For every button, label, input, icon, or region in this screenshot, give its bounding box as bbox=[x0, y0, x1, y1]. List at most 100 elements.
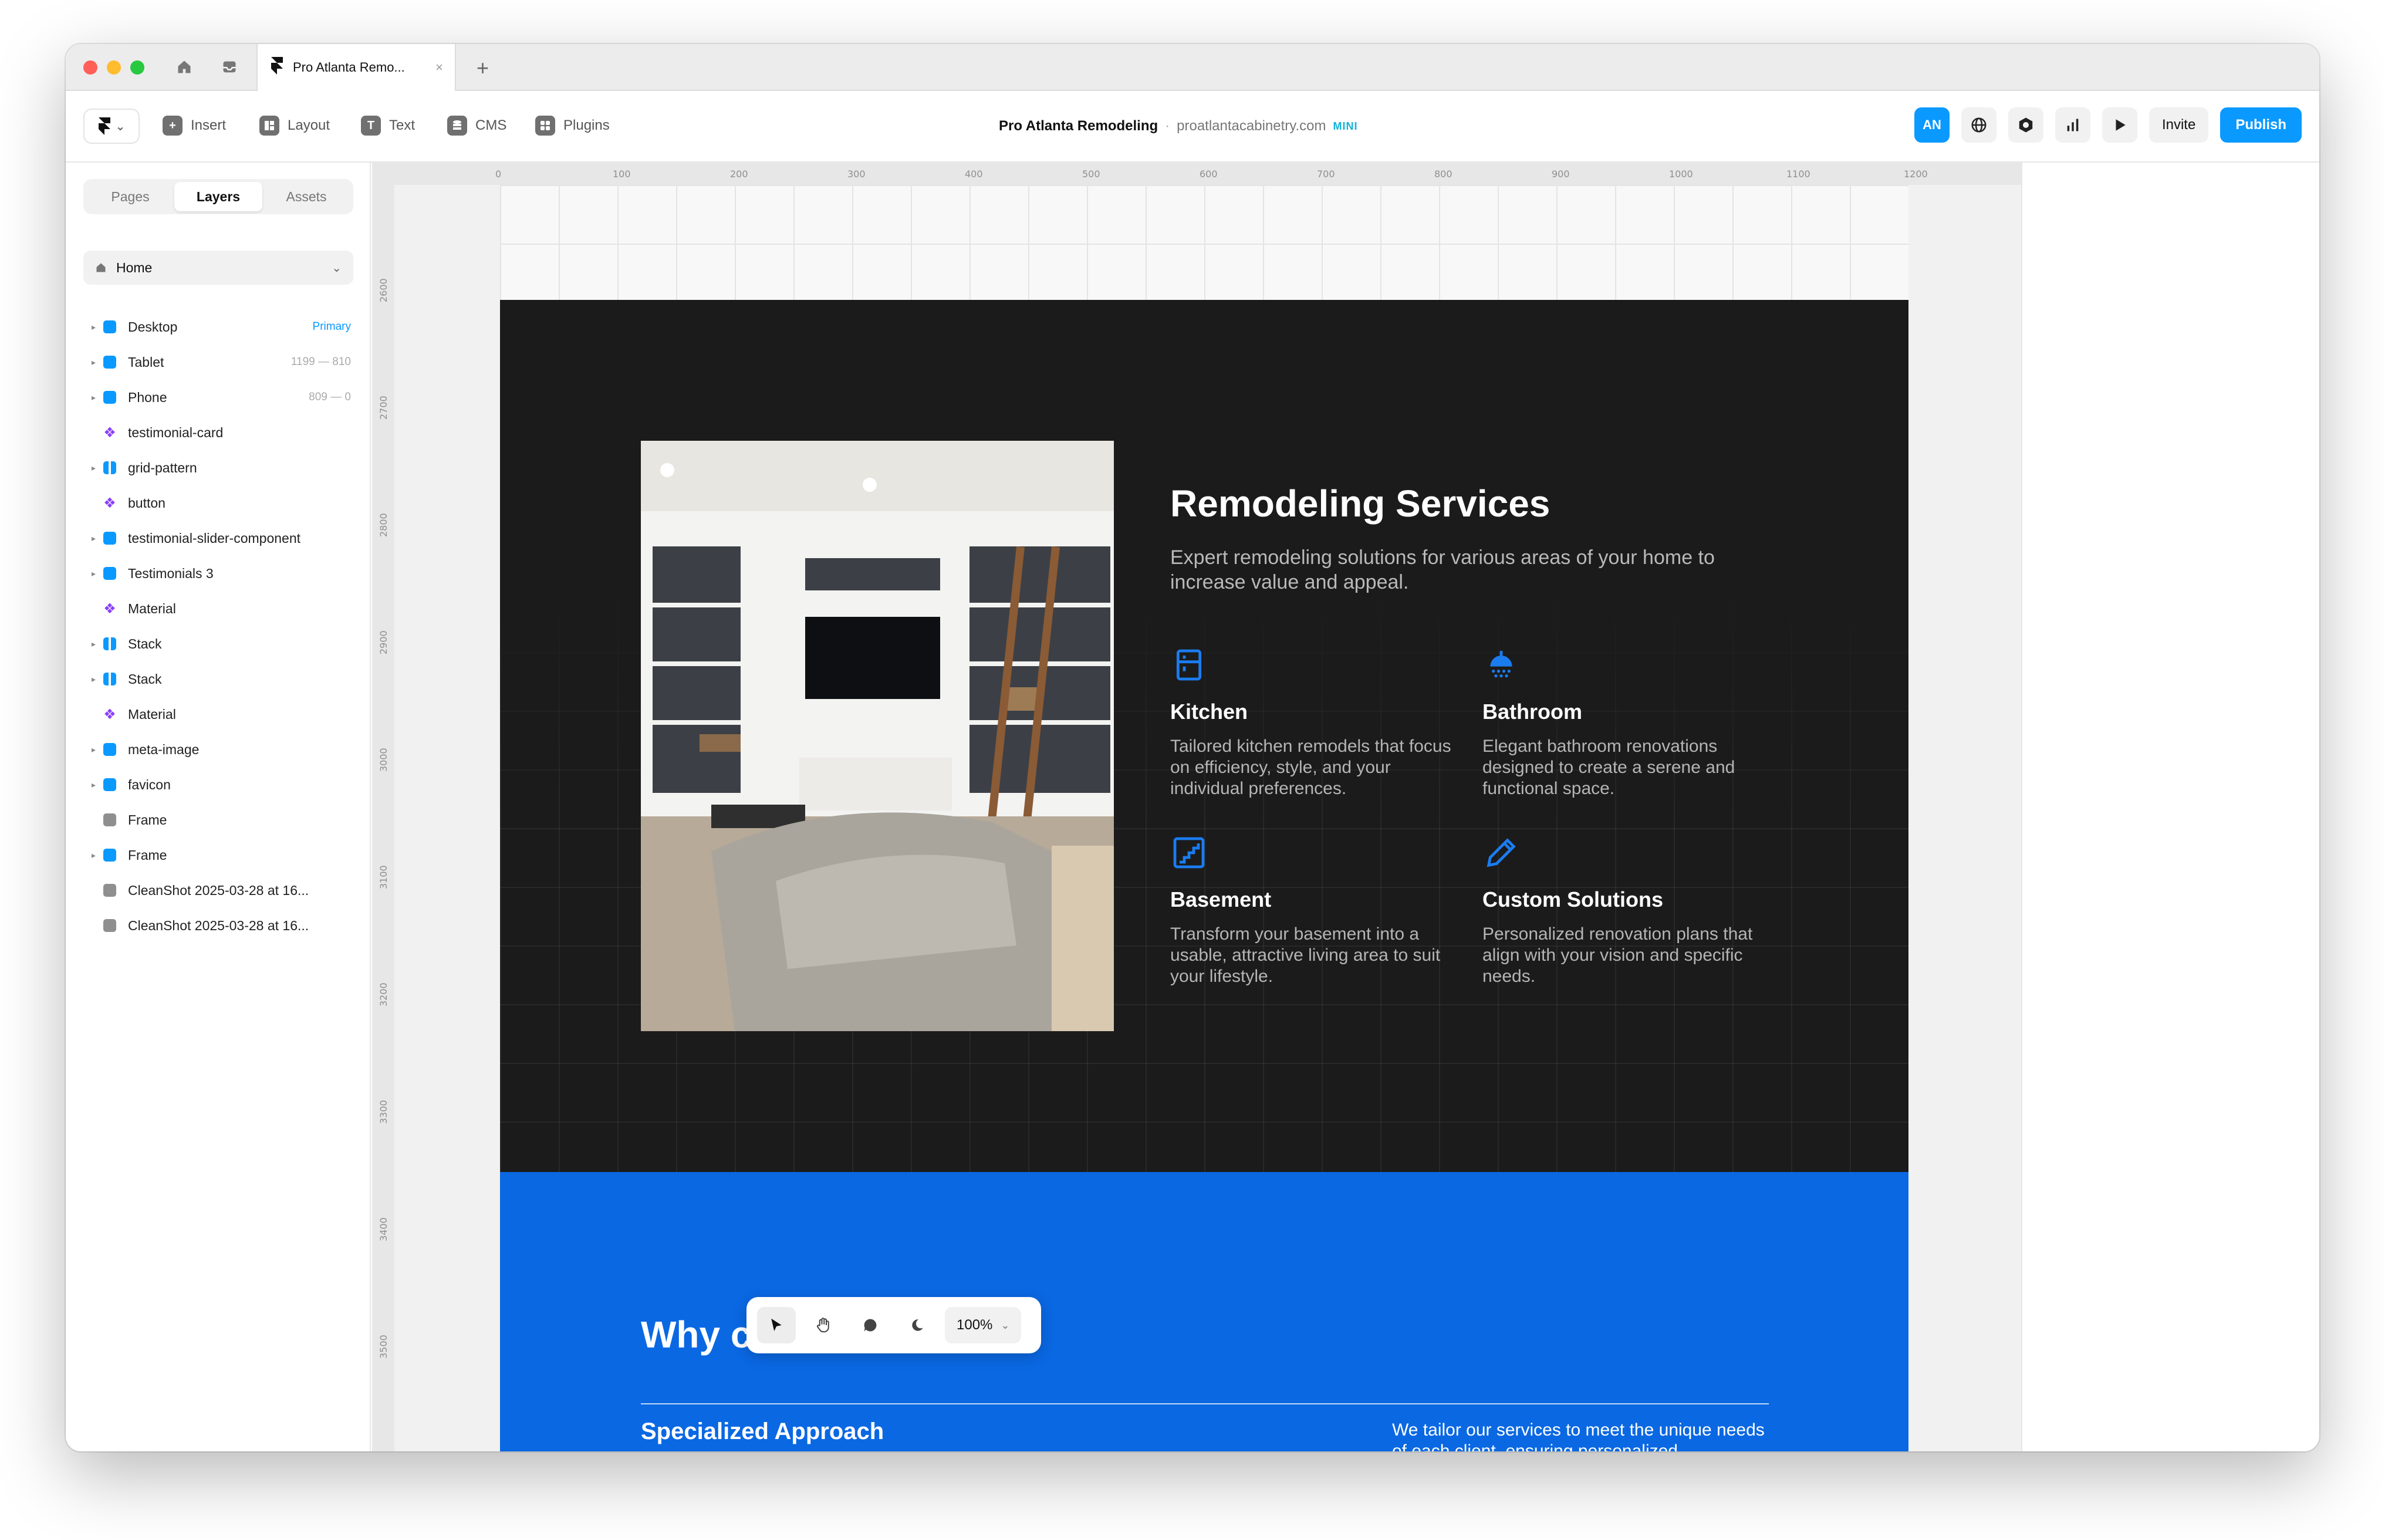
main-menu-button[interactable]: ⌄ bbox=[83, 109, 140, 144]
layout-button[interactable]: Layout bbox=[259, 116, 330, 136]
ruler-tick-label: 0 bbox=[495, 168, 502, 180]
project-separator: · bbox=[1165, 118, 1170, 134]
frame-icon bbox=[103, 743, 116, 756]
layer-item[interactable]: ❖ Material bbox=[83, 697, 359, 732]
close-window-button[interactable] bbox=[83, 60, 97, 75]
layer-item[interactable]: ▸ Desktop Primary bbox=[83, 309, 359, 345]
expand-arrow-icon[interactable]: ▸ bbox=[83, 745, 100, 755]
layer-item[interactable]: ▸ grid-pattern bbox=[83, 450, 359, 485]
project-name: Pro Atlanta Remodeling bbox=[999, 118, 1158, 134]
why-heading: Specialized Approach bbox=[641, 1419, 884, 1444]
avatar[interactable]: AN bbox=[1914, 107, 1950, 143]
ruler-tick-label: 1100 bbox=[1786, 168, 1810, 180]
desktop-frame[interactable]: Remodeling Services Expert remodeling so… bbox=[500, 185, 1908, 1451]
layer-item[interactable]: ❖ Material bbox=[83, 591, 359, 626]
layer-meta: 809 — 0 bbox=[309, 391, 351, 403]
browser-tab[interactable]: Pro Atlanta Remo... × bbox=[256, 44, 456, 91]
layer-item[interactable]: ▸ Stack bbox=[83, 661, 359, 697]
layer-name: meta-image bbox=[128, 741, 200, 757]
plugins-icon bbox=[535, 116, 555, 136]
layer-name: CleanShot 2025-03-28 at 16... bbox=[128, 917, 309, 933]
inbox-icon[interactable] bbox=[219, 57, 239, 77]
page-select[interactable]: Home ⌄ bbox=[83, 251, 353, 285]
grid-pattern bbox=[500, 185, 1908, 300]
expand-arrow-icon[interactable]: ▸ bbox=[83, 533, 100, 543]
zoom-select[interactable]: 100% ⌄ bbox=[945, 1307, 1022, 1343]
project-title[interactable]: Pro Atlanta Remodeling · proatlantacabin… bbox=[999, 118, 1358, 134]
service-name: Custom Solutions bbox=[1482, 887, 1663, 911]
frame-icon bbox=[103, 778, 116, 791]
new-tab-button[interactable]: + bbox=[477, 56, 489, 80]
expand-arrow-icon[interactable]: ▸ bbox=[83, 322, 100, 332]
plus-icon: + bbox=[163, 116, 183, 136]
layer-item[interactable]: Frame bbox=[83, 802, 359, 837]
publish-button[interactable]: Publish bbox=[2220, 107, 2302, 143]
expand-arrow-icon[interactable]: ▸ bbox=[83, 463, 100, 473]
text-button[interactable]: T Text bbox=[361, 116, 415, 136]
layer-item[interactable]: ▸ testimonial-slider-component bbox=[83, 521, 359, 556]
expand-arrow-icon[interactable]: ▸ bbox=[83, 393, 100, 403]
divider bbox=[641, 1403, 1769, 1404]
canvas[interactable]: Remodeling Services Expert remodeling so… bbox=[372, 163, 2319, 1451]
insert-label: Insert bbox=[191, 117, 227, 133]
cms-button[interactable]: CMS bbox=[447, 116, 506, 136]
analytics-icon[interactable] bbox=[2055, 107, 2090, 143]
ruler-tick-label: 2600 bbox=[378, 278, 389, 302]
expand-arrow-icon[interactable]: ▸ bbox=[83, 780, 100, 790]
ruler-tick-label: 900 bbox=[1552, 168, 1570, 180]
cursor-icon[interactable] bbox=[757, 1307, 796, 1343]
tab-pages[interactable]: Pages bbox=[86, 182, 174, 211]
tab-assets[interactable]: Assets bbox=[262, 182, 350, 211]
layer-item[interactable]: ▸ favicon bbox=[83, 767, 359, 802]
insert-button[interactable]: + Insert bbox=[163, 116, 226, 136]
ruler-horizontal: 0 100 200 300 400 500 600 700 800 900 1000 1100 1200 bbox=[372, 163, 2021, 185]
layer-item[interactable]: ▸ Phone 809 — 0 bbox=[83, 380, 359, 415]
shower-icon bbox=[1490, 651, 1512, 678]
layer-name: testimonial-card bbox=[128, 424, 224, 440]
play-icon[interactable] bbox=[2102, 107, 2137, 143]
layer-item[interactable]: ▸ Tablet 1199 — 810 bbox=[83, 345, 359, 380]
service-card-custom[interactable]: Custom Solutions Personalized renovation… bbox=[1482, 834, 1764, 987]
settings-icon[interactable] bbox=[2008, 107, 2043, 143]
expand-arrow-icon[interactable]: ▸ bbox=[83, 569, 100, 579]
service-card-kitchen[interactable]: Kitchen Tailored kitchen remodels that f… bbox=[1170, 646, 1452, 799]
expand-arrow-icon[interactable]: ▸ bbox=[83, 850, 100, 860]
expand-arrow-icon[interactable]: ▸ bbox=[83, 674, 100, 684]
layer-item[interactable]: CleanShot 2025-03-28 at 16... bbox=[83, 873, 359, 908]
layer-item[interactable]: ▸ Frame bbox=[83, 837, 359, 873]
comment-icon[interactable] bbox=[851, 1307, 890, 1343]
why-choose-section[interactable]: Why choose us? Specialized Approach We t… bbox=[500, 1172, 1908, 1451]
service-card-basement[interactable]: Basement Transform your basement into a … bbox=[1170, 834, 1452, 987]
properties-panel bbox=[2021, 163, 2319, 1451]
frame-icon bbox=[103, 391, 116, 404]
minimize-window-button[interactable] bbox=[107, 60, 121, 75]
ruler-tick-label: 3300 bbox=[378, 1100, 389, 1124]
dark-mode-icon[interactable] bbox=[898, 1307, 937, 1343]
layers-sidebar: Pages Layers Assets Home ⌄ ▸ Desktop Prima… bbox=[66, 163, 371, 1451]
layer-item[interactable]: CleanShot 2025-03-28 at 16... bbox=[83, 908, 359, 943]
tab-close-icon[interactable]: × bbox=[435, 60, 443, 75]
hand-icon[interactable] bbox=[804, 1307, 843, 1343]
services-section[interactable]: Remodeling Services Expert remodeling so… bbox=[500, 300, 1908, 1172]
globe-icon[interactable] bbox=[1961, 107, 1996, 143]
expand-arrow-icon[interactable]: ▸ bbox=[83, 639, 100, 649]
maximize-window-button[interactable] bbox=[130, 60, 144, 75]
page-select-value: Home bbox=[116, 259, 153, 275]
layout-label: Layout bbox=[288, 117, 330, 133]
layer-item[interactable]: ▸ Testimonials 3 bbox=[83, 556, 359, 591]
home-icon[interactable] bbox=[174, 57, 194, 77]
invite-button[interactable]: Invite bbox=[2148, 107, 2209, 143]
layer-item[interactable]: ❖ button bbox=[83, 485, 359, 521]
ruler-tick-label: 600 bbox=[1200, 168, 1218, 180]
layer-item[interactable]: ❖ testimonial-card bbox=[83, 415, 359, 450]
plugins-button[interactable]: Plugins bbox=[535, 116, 610, 136]
service-card-bathroom[interactable]: Bathroom Elegant bathroom renovations de… bbox=[1482, 646, 1764, 799]
layer-name: Phone bbox=[128, 389, 167, 405]
layer-item[interactable]: ▸ Stack bbox=[83, 626, 359, 661]
ruler-tick-label: 3000 bbox=[378, 748, 389, 772]
ruler-vertical: 2600 2700 2800 2900 3000 3100 3200 3300 3400 3500 bbox=[372, 163, 394, 1451]
database-icon bbox=[447, 116, 467, 136]
expand-arrow-icon[interactable]: ▸ bbox=[83, 357, 100, 367]
tab-layers[interactable]: Layers bbox=[174, 182, 262, 211]
layer-item[interactable]: ▸ meta-image bbox=[83, 732, 359, 767]
